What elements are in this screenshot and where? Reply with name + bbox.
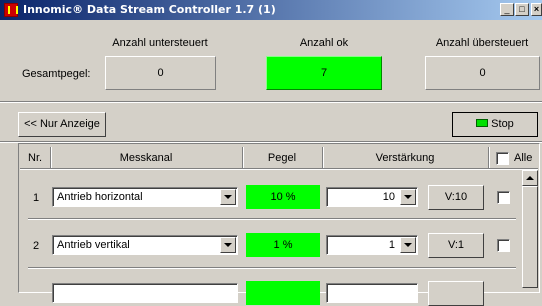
gain-button[interactable]: V:10: [428, 185, 484, 210]
chevron-down-icon[interactable]: [220, 189, 236, 205]
level-indicator: 10 %: [246, 185, 320, 209]
stop-button[interactable]: Stop: [452, 112, 538, 137]
over-header: Anzahl übersteuert: [435, 37, 529, 49]
row-number: 1: [33, 192, 40, 204]
ok-count: 7: [266, 56, 382, 90]
display-only-button[interactable]: << Nur Anzeige: [18, 112, 106, 137]
over-count: 0: [425, 56, 540, 90]
chevron-down-icon[interactable]: [220, 237, 236, 253]
gain-select[interactable]: [326, 283, 418, 303]
app-icon[interactable]: [4, 3, 18, 17]
channel-select-value: Antrieb vertikal: [57, 239, 130, 251]
row-checkbox[interactable]: [497, 239, 510, 252]
divider: [0, 101, 542, 103]
gain-select[interactable]: 10: [326, 187, 418, 207]
col-header-level: Pegel: [267, 152, 297, 164]
gain-button[interactable]: [428, 281, 484, 306]
header-divider: [20, 168, 538, 170]
stop-label: Stop: [491, 118, 514, 130]
chevron-down-icon[interactable]: [400, 189, 416, 205]
scroll-up-arrow-icon[interactable]: [522, 170, 538, 186]
maximize-button[interactable]: □: [515, 3, 529, 16]
row-checkbox[interactable]: [497, 191, 510, 204]
select-all-checkbox[interactable]: [496, 152, 509, 165]
column-separator: [488, 147, 490, 168]
channel-select[interactable]: Antrieb vertikal: [52, 235, 238, 255]
window-title: Innomic® Data Stream Controller 1.7 (1): [23, 3, 276, 16]
col-header-nr: Nr.: [28, 152, 43, 164]
level-indicator: [246, 281, 320, 305]
total-level-label: Gesamtpegel:: [22, 68, 91, 80]
close-button[interactable]: ×: [531, 3, 542, 16]
under-count: 0: [105, 56, 216, 90]
row-divider: [28, 267, 516, 269]
channel-select[interactable]: [52, 283, 238, 303]
minimize-button[interactable]: _: [500, 3, 514, 16]
row-number: 2: [33, 240, 40, 252]
status-led-icon: [476, 119, 489, 127]
col-header-all: Alle: [514, 152, 533, 164]
chevron-down-icon[interactable]: [400, 237, 416, 253]
gain-select-value: 10: [382, 191, 395, 203]
ok-header: Anzahl ok: [299, 37, 349, 49]
gain-select-value: 1: [388, 239, 395, 251]
col-header-channel: Messkanal: [119, 152, 173, 164]
gain-button[interactable]: V:1: [428, 233, 484, 258]
channel-select[interactable]: Antrieb horizontal: [52, 187, 238, 207]
level-indicator: 1 %: [246, 233, 320, 257]
scrollbar-thumb[interactable]: [522, 186, 538, 288]
gain-select[interactable]: 1: [326, 235, 418, 255]
col-header-gain: Verstärkung: [375, 152, 435, 164]
under-header: Anzahl untersteuert: [112, 37, 208, 49]
channel-select-value: Antrieb horizontal: [57, 191, 143, 203]
row-divider: [28, 218, 516, 220]
